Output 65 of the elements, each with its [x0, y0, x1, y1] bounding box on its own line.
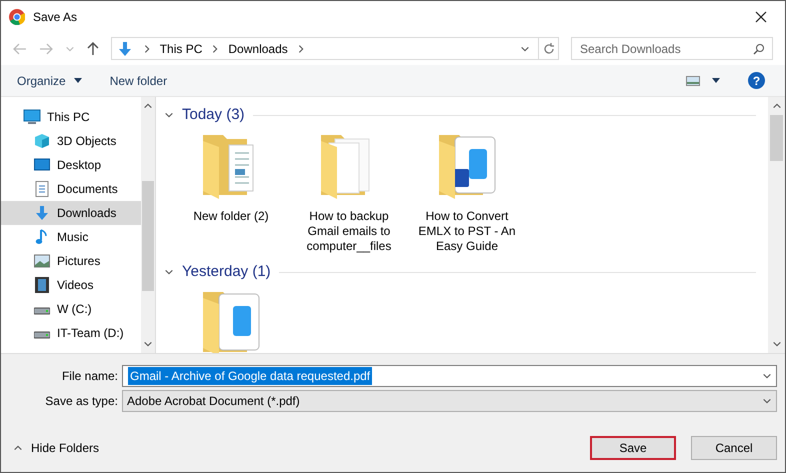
file-name: How to backup Gmail emails to computer__files	[306, 209, 392, 254]
save-type-dropdown[interactable]: Adobe Acrobat Document (*.pdf)	[122, 390, 777, 412]
file-item[interactable]: New folder (2)	[176, 131, 286, 254]
download-arrow-icon	[34, 205, 50, 221]
window-title: Save As	[33, 8, 78, 26]
file-name-label: File name:	[60, 368, 119, 385]
chevron-down-icon	[762, 371, 772, 381]
cube-icon	[34, 133, 50, 149]
chevron-up-icon	[772, 101, 782, 111]
monitor-icon	[23, 109, 41, 125]
dialog-button[interactable]: Cancel	[691, 436, 777, 460]
breadcrumb-item[interactable]: This PC	[160, 40, 202, 58]
sidebar-item[interactable]: Documents	[1, 177, 141, 201]
breadcrumb-item[interactable]: Downloads	[228, 40, 288, 58]
sidebar-item[interactable]: Pictures	[1, 249, 141, 273]
file-item[interactable]: How to Convert EMLX to PST - An Easy Guide	[412, 131, 522, 254]
dialog-button[interactable]: Save	[590, 436, 676, 460]
scrollbar[interactable]	[768, 97, 785, 353]
file-item[interactable]: How to backup Gmail emails to computer__files	[294, 131, 404, 254]
film-icon	[35, 277, 49, 293]
chevron-down-icon	[143, 339, 153, 349]
file-name-field[interactable]: Gmail - Archive of Google data requested.pdf	[122, 365, 777, 387]
chevron-down-icon	[772, 339, 782, 349]
sidebar-item[interactable]: IT-Team (D:)	[1, 321, 141, 345]
chrome-logo-icon	[9, 8, 25, 24]
sidebar-item[interactable]: Desktop	[1, 153, 141, 177]
up-arrow-icon[interactable]	[86, 42, 99, 56]
chevron-up-icon	[143, 101, 153, 111]
scrollbar-thumb[interactable]	[142, 181, 154, 291]
back-arrow-icon[interactable]	[13, 42, 27, 54]
sidebar-item[interactable]: Downloads	[1, 201, 141, 225]
address-bar[interactable]: This PC Downloads	[110, 37, 559, 60]
scrollbar-thumb[interactable]	[770, 115, 783, 161]
refresh-icon[interactable]	[542, 42, 554, 54]
sidebar-item[interactable]: This PC	[1, 105, 141, 129]
sidebar-item[interactable]: 3D Objects	[1, 129, 141, 153]
close-icon	[755, 10, 767, 22]
help-button[interactable]: ?	[748, 72, 765, 89]
picture-icon	[34, 254, 50, 268]
chevron-down-icon	[164, 267, 174, 277]
scrollbar[interactable]	[141, 97, 155, 353]
desktop-icon	[34, 158, 50, 172]
caret-icon	[74, 78, 82, 83]
save-type-label: Save as type:	[44, 393, 119, 410]
caret-icon[interactable]	[712, 78, 720, 83]
file-name: How to Convert EMLX to PST - An Easy Guide	[417, 209, 517, 254]
document-icon	[35, 181, 49, 197]
group-header[interactable]: Yesterday (1)	[182, 260, 271, 284]
group-header[interactable]: Today (3)	[182, 104, 245, 126]
new-folder-button[interactable]: New folder	[110, 72, 168, 90]
sidebar-item[interactable]: W (C:)	[1, 297, 141, 321]
hide-folders-button[interactable]: Hide Folders	[1, 439, 100, 457]
view-options-icon[interactable]	[686, 76, 700, 86]
forward-arrow-icon[interactable]	[38, 42, 53, 54]
chevron-down-icon	[762, 396, 772, 406]
organize-button[interactable]: Organize	[17, 72, 82, 90]
sidebar-item[interactable]: Music	[1, 225, 141, 249]
search-field[interactable]: Search Downloads	[571, 37, 773, 60]
music-note-icon	[35, 229, 49, 245]
download-arrow-icon	[116, 40, 133, 56]
file-name: New folder (2)	[192, 209, 270, 224]
sidebar-item[interactable]: Videos	[1, 273, 141, 297]
chevron-down-icon	[164, 110, 174, 120]
chevron-up-icon	[13, 443, 23, 453]
search-icon	[753, 43, 765, 55]
